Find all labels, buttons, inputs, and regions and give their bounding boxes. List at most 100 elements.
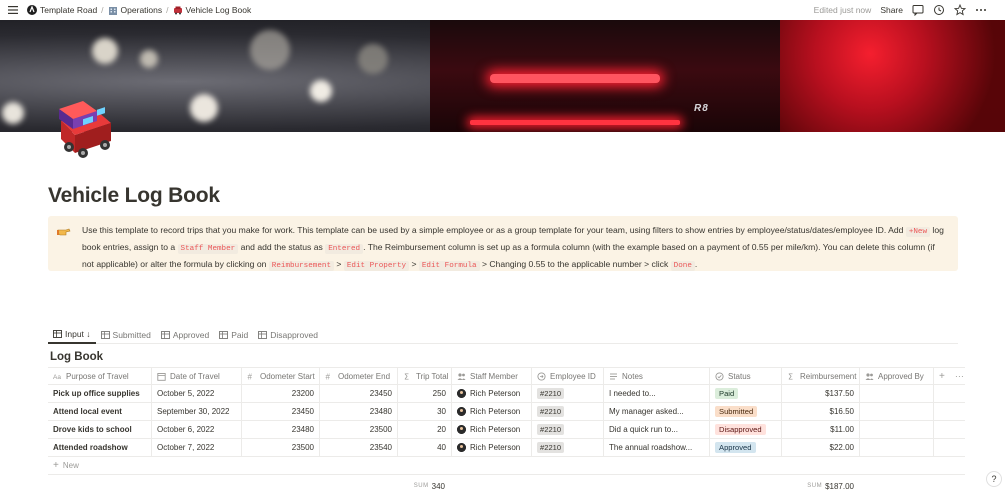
column-header-approved-by[interactable]: Approved By [860, 367, 934, 385]
employee-id-cell[interactable]: #2210 [532, 420, 604, 439]
reimbursement-cell[interactable]: $16.50 [782, 402, 860, 421]
column-header-reimbursement[interactable]: Σ Reimbursement [782, 367, 860, 385]
table-row[interactable]: Attended roadshow October 7, 2022 23500 235… [48, 438, 965, 457]
tab-submitted[interactable]: Submitted [96, 326, 156, 344]
tab-input[interactable]: Input ↓ [48, 326, 96, 344]
header-actions: + ··· [934, 367, 965, 385]
approved-by-cell[interactable] [860, 420, 934, 439]
reimbursement-cell[interactable]: $11.00 [782, 420, 860, 439]
callout-text: Use this template to record trips that y… [82, 225, 906, 235]
help-button[interactable]: ? [986, 471, 1002, 487]
approved-by-cell[interactable] [860, 384, 934, 403]
staff-member-cell[interactable]: Rich Peterson [452, 438, 532, 457]
trip-total-cell[interactable]: 40 [398, 438, 452, 457]
notes-cell[interactable]: I needed to... [604, 384, 710, 403]
breadcrumb-item-operations[interactable]: Operations [105, 5, 166, 15]
add-property-icon[interactable]: + [939, 371, 945, 382]
column-header-notes[interactable]: Notes [604, 367, 710, 385]
breadcrumb-item-template-road[interactable]: Template Road [24, 5, 100, 15]
trip-total-cell[interactable]: 30 [398, 402, 452, 421]
staff-name: Rich Peterson [470, 389, 521, 398]
employee-id-cell[interactable]: #2210 [532, 384, 604, 403]
notes-cell[interactable]: The annual roadshow... [604, 438, 710, 457]
trip-total-cell[interactable]: 20 [398, 420, 452, 439]
notes-text: I needed to... [609, 389, 656, 398]
history-icon[interactable] [933, 4, 945, 16]
callout-text: > Changing 0.55 to the applicable number… [479, 259, 671, 269]
date-cell[interactable]: October 6, 2022 [152, 420, 242, 439]
callout[interactable]: Use this template to record trips that y… [48, 216, 958, 271]
column-header-status[interactable]: Status [710, 367, 782, 385]
column-header-date[interactable]: Date of Travel [152, 367, 242, 385]
purpose-cell[interactable]: Pick up office supplies [48, 384, 152, 403]
table-row[interactable]: Attend local event September 30, 2022 2345… [48, 402, 965, 421]
odometer-end-cell[interactable]: 23500 [320, 420, 398, 439]
notes-text: The annual roadshow... [609, 443, 693, 452]
column-header-staff-member[interactable]: Staff Member [452, 367, 532, 385]
odometer-start-cell[interactable]: 23200 [242, 384, 320, 403]
column-header-purpose[interactable]: Aa Purpose of Travel [48, 367, 152, 385]
tab-label: Input ↓ [65, 329, 91, 339]
date-cell[interactable]: October 5, 2022 [152, 384, 242, 403]
menu-icon[interactable] [4, 1, 22, 19]
sigma-icon: Σ [787, 372, 796, 381]
tab-disapproved[interactable]: Disapproved [253, 326, 323, 344]
bokeh-light [310, 80, 332, 102]
date-cell[interactable]: September 30, 2022 [152, 402, 242, 421]
favorite-star-icon[interactable] [954, 4, 966, 16]
odometer-end-cell[interactable]: 23450 [320, 384, 398, 403]
staff-member-cell[interactable]: Rich Peterson [452, 384, 532, 403]
notes-cell[interactable]: My manager asked... [604, 402, 710, 421]
table-row[interactable]: Drove kids to school October 6, 2022 23480… [48, 420, 965, 439]
tab-approved[interactable]: Approved [156, 326, 214, 344]
share-button[interactable]: Share [880, 5, 903, 15]
new-row-button[interactable]: + New [48, 457, 965, 475]
reimbursement-sum[interactable]: SUM $187.00 [781, 482, 859, 491]
odometer-start-cell[interactable]: 23500 [242, 438, 320, 457]
staff-member-cell[interactable]: Rich Peterson [452, 402, 532, 421]
breadcrumb-item-vehicle-log-book[interactable]: Vehicle Log Book [170, 5, 255, 15]
trip-total-sum[interactable]: SUM 340 [396, 482, 450, 491]
staff-member-cell[interactable]: Rich Peterson [452, 420, 532, 439]
row-spacer-cell [934, 421, 965, 439]
more-options-icon[interactable] [975, 4, 987, 16]
row-spacer-cell [934, 439, 965, 457]
odometer-end-cell[interactable]: 23480 [320, 402, 398, 421]
employee-id-cell[interactable]: #2210 [532, 438, 604, 457]
odometer-start-cell[interactable]: 23480 [242, 420, 320, 439]
truck-icon[interactable] [53, 95, 119, 161]
tab-paid[interactable]: Paid [214, 326, 253, 344]
status-cell[interactable]: Approved [710, 438, 782, 457]
column-header-trip-total[interactable]: Σ Trip Total [398, 367, 452, 385]
purpose-cell[interactable]: Attended roadshow [48, 438, 152, 457]
approved-by-cell[interactable] [860, 402, 934, 421]
purpose-cell[interactable]: Drove kids to school [48, 420, 152, 439]
breadcrumb: Template Road / Operations / Vehicle Log… [24, 5, 254, 15]
page-title[interactable]: Vehicle Log Book [48, 184, 220, 208]
status-badge: Disapproved [715, 424, 766, 435]
reimbursement-cell[interactable]: $22.00 [782, 438, 860, 457]
table-row[interactable]: Pick up office supplies October 5, 2022 23… [48, 384, 965, 403]
notes-cell[interactable]: Did a quick run to... [604, 420, 710, 439]
odometer-start-cell[interactable]: 23450 [242, 402, 320, 421]
building-icon [108, 5, 118, 15]
status-cell[interactable]: Submitted [710, 402, 782, 421]
column-header-odometer-start[interactable]: # Odometer Start [242, 367, 320, 385]
approved-by-cell[interactable] [860, 438, 934, 457]
trip-total-cell[interactable]: 250 [398, 384, 452, 403]
database-title[interactable]: Log Book [50, 351, 103, 363]
more-options-icon[interactable]: ··· [955, 371, 964, 381]
bokeh-light [190, 94, 218, 122]
avatar [457, 407, 466, 416]
comment-icon[interactable] [912, 4, 924, 16]
status-cell[interactable]: Paid [710, 384, 782, 403]
date-cell[interactable]: October 7, 2022 [152, 438, 242, 457]
purpose-cell[interactable]: Attend local event [48, 402, 152, 421]
status-cell[interactable]: Disapproved [710, 420, 782, 439]
reimbursement-cell[interactable]: $137.50 [782, 384, 860, 403]
odometer-end-cell[interactable]: 23540 [320, 438, 398, 457]
cover-image[interactable]: R8 [0, 20, 1005, 132]
column-header-odometer-end[interactable]: # Odometer End [320, 367, 398, 385]
employee-id-cell[interactable]: #2210 [532, 402, 604, 421]
column-header-employee-id[interactable]: Employee ID [532, 367, 604, 385]
